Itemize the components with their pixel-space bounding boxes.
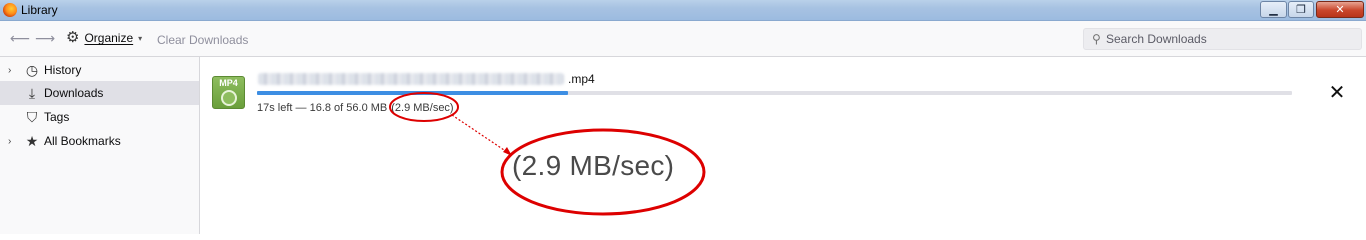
annotation-arrow-line bbox=[451, 114, 511, 155]
cancel-download-button[interactable]: ✕ bbox=[1327, 83, 1347, 104]
firefox-icon bbox=[3, 3, 17, 17]
annotation-arrowhead bbox=[503, 147, 512, 156]
chevron-right-icon[interactable]: › bbox=[8, 136, 11, 147]
sidebar-item-tags[interactable]: ⛉ Tags bbox=[0, 105, 199, 129]
search-input[interactable] bbox=[1106, 31, 1356, 47]
minimize-button[interactable]: ▁ bbox=[1260, 1, 1287, 18]
sidebar-item-history[interactable]: › ◷ History bbox=[0, 58, 199, 82]
tag-icon: ⛉ bbox=[26, 108, 38, 125]
film-reel-icon bbox=[221, 90, 237, 106]
download-status: 17s left — 16.8 of 56.0 MB (2.9 MB/sec) bbox=[257, 102, 454, 114]
library-sidebar: › ◷ History ⤓ Downloads ⛉ Tags › ★ All B… bbox=[0, 57, 200, 234]
filename-extension: .mp4 bbox=[568, 72, 595, 86]
sidebar-item-downloads[interactable]: ⤓ Downloads bbox=[0, 81, 199, 105]
sidebar-item-label: All Bookmarks bbox=[44, 134, 121, 148]
download-progress-fill bbox=[257, 91, 568, 95]
mp4-file-icon: MP4 bbox=[212, 76, 245, 109]
maximize-button[interactable]: ❐ bbox=[1288, 1, 1314, 18]
restore-icon: ❐ bbox=[1296, 4, 1306, 16]
back-button[interactable]: ⟵ bbox=[10, 30, 30, 47]
window-title: Library bbox=[21, 3, 58, 17]
star-icon: ★ bbox=[25, 132, 39, 149]
download-speed: (2.9 MB/sec) bbox=[391, 102, 454, 114]
window-titlebar: Library ▁ ❐ ✕ bbox=[0, 0, 1366, 21]
sidebar-item-all-bookmarks[interactable]: › ★ All Bookmarks bbox=[0, 129, 199, 153]
library-toolbar: ⟵ ⟶ ⚙ Organize ▾ Clear Downloads ⚲ bbox=[0, 21, 1366, 57]
search-downloads-box[interactable]: ⚲ bbox=[1083, 28, 1362, 50]
search-icon: ⚲ bbox=[1092, 32, 1101, 46]
file-type-tag: MP4 bbox=[219, 78, 238, 88]
blurred-filename bbox=[258, 73, 564, 85]
organize-menu-button[interactable]: ⚙ Organize ▾ bbox=[66, 29, 143, 46]
clear-downloads-button[interactable]: Clear Downloads bbox=[157, 33, 248, 47]
gear-icon: ⚙ bbox=[66, 29, 80, 46]
close-window-button[interactable]: ✕ bbox=[1316, 1, 1364, 18]
sidebar-item-label: History bbox=[44, 63, 82, 77]
clock-icon: ◷ bbox=[25, 61, 39, 78]
download-progress-bar bbox=[257, 91, 1292, 95]
chevron-right-icon[interactable]: › bbox=[8, 65, 11, 76]
forward-button[interactable]: ⟶ bbox=[35, 30, 55, 47]
zoomed-speed-callout: (2.9 MB/sec) bbox=[512, 150, 675, 181]
sidebar-item-label: Downloads bbox=[44, 86, 104, 100]
minimize-icon: ▁ bbox=[1269, 4, 1278, 16]
download-status-text: 17s left — 16.8 of 56.0 MB bbox=[257, 102, 388, 114]
sidebar-item-label: Tags bbox=[44, 110, 70, 124]
download-icon: ⤓ bbox=[28, 84, 36, 101]
chevron-down-icon: ▾ bbox=[138, 33, 143, 43]
organize-label: Organize bbox=[84, 31, 134, 45]
close-icon: ✕ bbox=[1335, 4, 1345, 16]
